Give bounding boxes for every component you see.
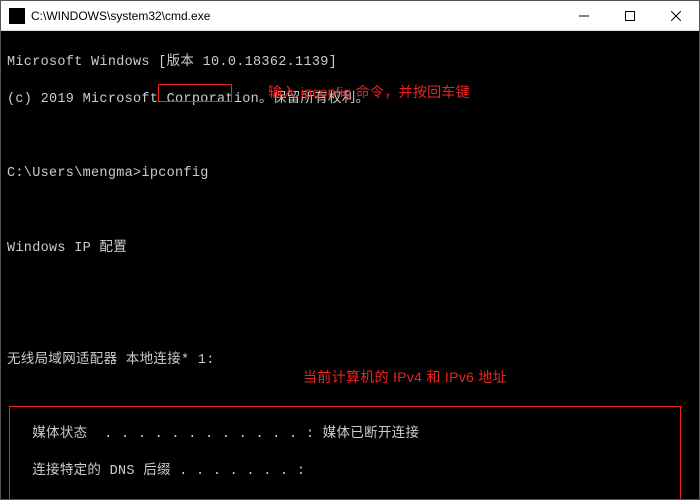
- cmd-icon: [9, 8, 25, 24]
- version-line: Microsoft Windows [版本 10.0.18362.1139]: [7, 54, 693, 73]
- minimize-button[interactable]: [561, 1, 607, 31]
- blank: [7, 277, 693, 296]
- annotation-command: 输入 ipconfig 命令，并按回车键: [268, 83, 470, 102]
- entered-command: ipconfig: [141, 166, 208, 181]
- blank: [7, 203, 693, 222]
- cmd-window: C:\WINDOWS\system32\cmd.exe Microsoft Wi…: [0, 0, 700, 500]
- titlebar[interactable]: C:\WINDOWS\system32\cmd.exe: [1, 1, 699, 31]
- blank: [7, 314, 693, 333]
- window-controls: [561, 1, 699, 31]
- blank: [7, 389, 693, 408]
- highlight-ip-box: [9, 406, 681, 499]
- annotation-ip: 当前计算机的 IPv4 和 IPv6 地址: [303, 368, 507, 387]
- blank: [7, 128, 693, 147]
- maximize-button[interactable]: [607, 1, 653, 31]
- highlight-command-box: [158, 84, 232, 102]
- window-title: C:\WINDOWS\system32\cmd.exe: [31, 9, 561, 23]
- close-button[interactable]: [653, 1, 699, 31]
- prompt-line: C:\Users\mengma>ipconfig: [7, 165, 693, 184]
- prompt-path: C:\Users\mengma>: [7, 166, 141, 181]
- ipconfig-title: Windows IP 配置: [7, 240, 693, 259]
- terminal-body[interactable]: Microsoft Windows [版本 10.0.18362.1139] (…: [1, 31, 699, 499]
